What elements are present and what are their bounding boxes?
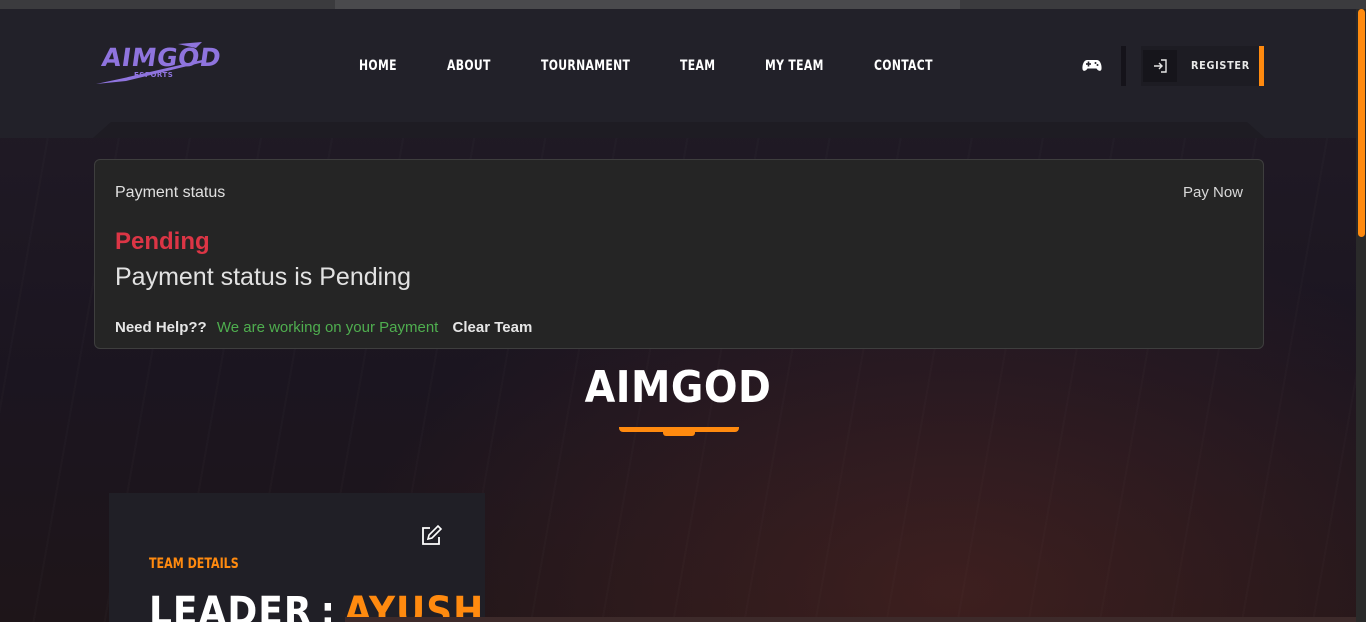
title-underline-notch [663, 431, 695, 436]
need-help-label: Need Help?? [115, 319, 207, 336]
edit-icon[interactable] [419, 524, 443, 548]
header-skirt [93, 122, 1265, 138]
nav-team[interactable]: TEAM [680, 58, 715, 74]
sign-in-icon [1154, 59, 1167, 73]
scrollbar-thumb[interactable] [1358, 9, 1365, 237]
register-label: REGISTER [1191, 59, 1250, 72]
help-message: We are working on your Payment [216, 319, 439, 336]
clear-team-button[interactable]: Clear Team [453, 319, 533, 336]
logo-text: AIMGOD [99, 43, 224, 72]
nav-tournament[interactable]: TOURNAMENT [541, 58, 630, 74]
bottom-edge-bar [345, 617, 1356, 622]
help-row: Need Help?? We are working on your Payme… [115, 319, 532, 336]
nav-home[interactable]: HOME [359, 58, 397, 74]
payment-status-title: Payment status [115, 184, 226, 201]
header-divider [1121, 46, 1126, 86]
team-details-card: TEAM DETAILS LEADER: AYUSH [109, 493, 485, 622]
pay-now-link[interactable]: Pay Now [1183, 184, 1243, 201]
browser-top-strip-highlight [335, 0, 960, 9]
nav-my-team[interactable]: MY TEAM [765, 58, 824, 74]
payment-status-message: Payment status is Pending [115, 263, 411, 291]
gamepad-icon[interactable] [1082, 57, 1102, 73]
team-details-label: TEAM DETAILS [149, 556, 239, 572]
leader-key: LEADER [149, 589, 313, 622]
register-icon-box [1143, 50, 1177, 82]
brand-logo[interactable]: AIMGOD ESPORTS [94, 40, 223, 88]
register-button[interactable]: REGISTER [1141, 46, 1264, 86]
payment-status-card: Payment status Pay Now Pending Payment s… [94, 159, 1264, 349]
nav-contact[interactable]: CONTACT [874, 58, 933, 74]
nav-about[interactable]: ABOUT [447, 58, 491, 74]
payment-status-badge: Pending [115, 228, 210, 255]
team-name-heading: AIMGOD [584, 362, 772, 413]
browser-top-strip [0, 0, 1366, 9]
leader-separator: : [320, 589, 336, 622]
logo-subtext: ESPORTS [134, 71, 174, 79]
